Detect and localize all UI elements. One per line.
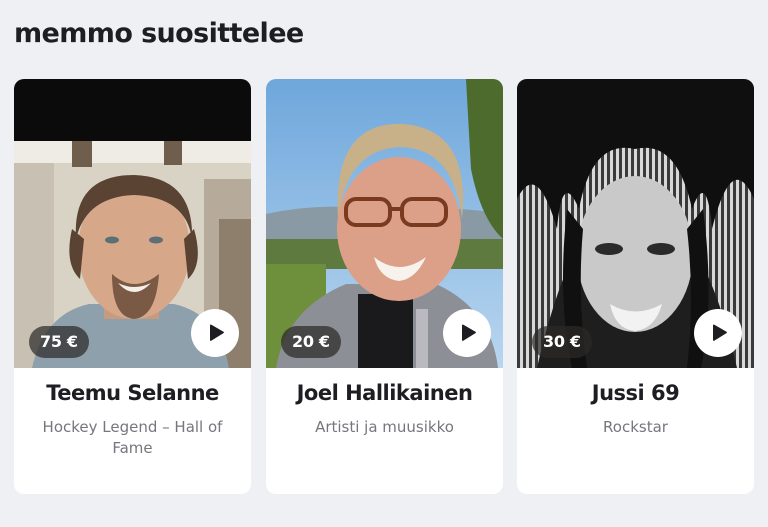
price-badge: 20 €	[281, 326, 341, 358]
play-button[interactable]	[443, 309, 491, 357]
play-icon	[462, 324, 476, 341]
talent-subtitle: Artisti ja muusikko	[315, 418, 454, 436]
talent-photo[interactable]: 30 €	[517, 79, 754, 368]
talent-name: Jussi 69	[591, 381, 680, 405]
play-button[interactable]	[191, 309, 239, 357]
talent-card-jussi-69[interactable]: 30 € Jussi 69 Rockstar	[517, 79, 754, 494]
play-icon	[210, 324, 224, 341]
price-badge: 30 €	[532, 326, 592, 358]
talent-subtitle: Hockey Legend – Hall of Fame	[42, 418, 223, 457]
talent-card-joel-hallikainen[interactable]: 20 € Joel Hallikainen Artisti ja muusikk…	[266, 79, 503, 494]
talent-photo[interactable]: 20 €	[266, 79, 503, 368]
play-button[interactable]	[694, 309, 742, 357]
talent-card-teemu-selanne[interactable]: 75 € Teemu Selanne Hockey Legend – Hall …	[14, 79, 251, 494]
talent-name: Teemu Selanne	[46, 381, 219, 405]
talent-photo[interactable]: 75 €	[14, 79, 251, 368]
talent-name: Joel Hallikainen	[296, 381, 473, 405]
talent-subtitle: Rockstar	[603, 418, 668, 436]
section-title: memmo suosittelee	[14, 18, 304, 49]
price-badge: 75 €	[29, 326, 89, 358]
play-icon	[713, 324, 727, 341]
